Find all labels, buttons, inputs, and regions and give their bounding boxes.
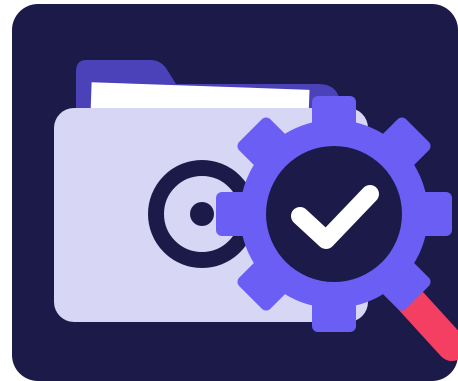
folder-settings-search-icon xyxy=(0,0,458,381)
gear-icon xyxy=(216,96,452,332)
